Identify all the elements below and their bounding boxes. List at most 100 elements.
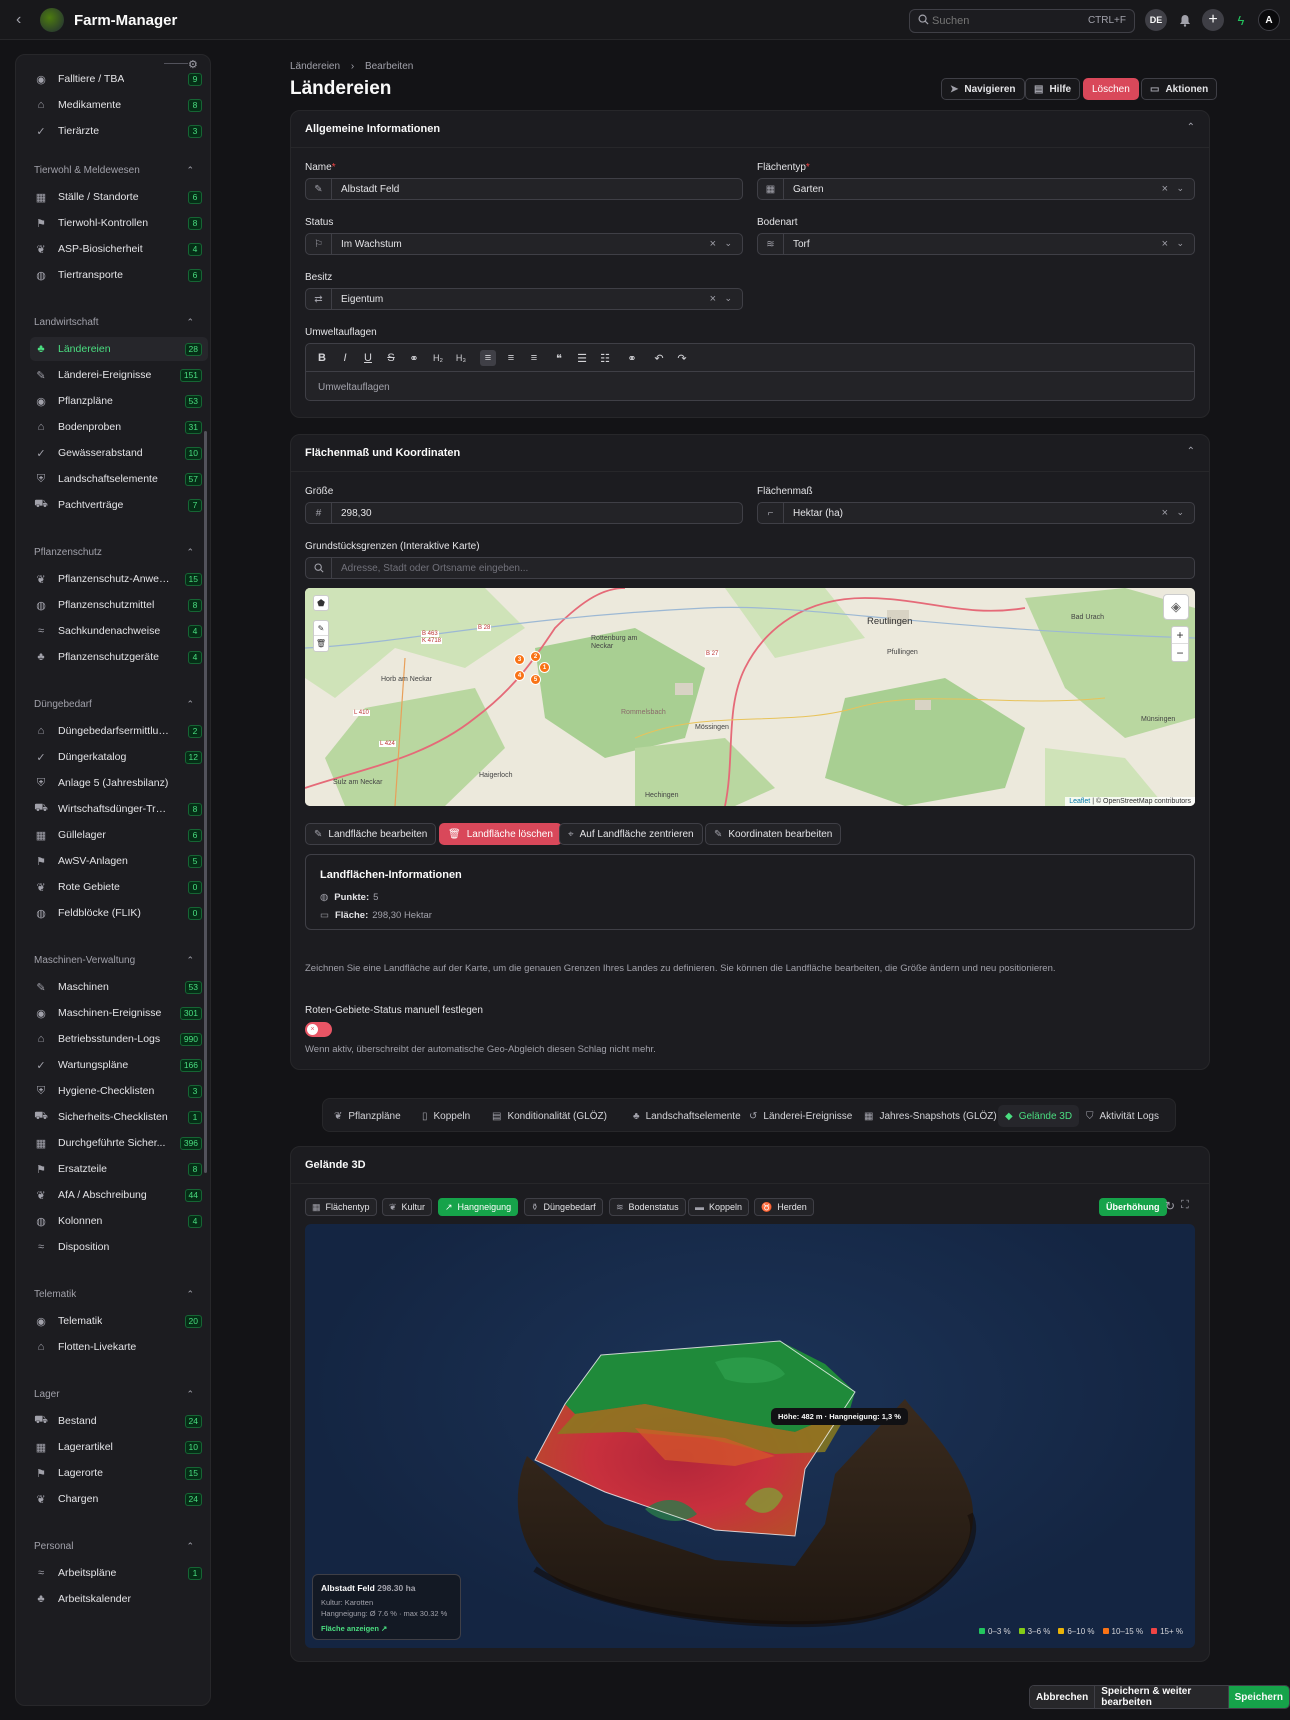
sidebar-item[interactable]: ⚑ Lagerorte 15 [30,1461,208,1485]
avatar[interactable]: A [1258,9,1280,31]
clear-icon[interactable]: × [1162,507,1168,519]
sidebar-item[interactable]: ⌂ Flotten-Livekarte [30,1335,208,1359]
sidebar-item[interactable]: ⚑ Ersatzteile 8 [30,1157,208,1181]
fullscreen-icon[interactable]: ⛶ [1181,1199,1189,1212]
clear-icon[interactable]: × [710,293,716,305]
undo-icon[interactable]: ↶ [651,350,667,366]
sidebar-section-header[interactable]: Telematik ⌃ [34,1289,194,1303]
sidebar-section-header[interactable]: Tierwohl & Meldewesen ⌃ [34,165,194,179]
lightning-icon[interactable]: ϟ [1230,9,1252,31]
sidebar-item[interactable]: ✓ Gewässerabstand 10 [30,441,208,465]
search-box[interactable]: CTRL+F [909,9,1135,33]
polygon-vertex-marker[interactable]: 2 [530,651,541,662]
language-switch[interactable]: DE [1145,9,1167,31]
plus-icon[interactable]: + [1202,9,1224,31]
strikethrough-icon[interactable]: S [383,350,399,366]
bell-icon[interactable] [1174,9,1196,31]
sidebar-item[interactable]: ♣ Arbeitskalender [30,1587,208,1611]
sidebar-item[interactable]: ▦ Ställe / Standorte 6 [30,185,208,209]
sidebar-section-header[interactable]: Landwirtschaft ⌃ [34,317,194,331]
chevron-up-icon[interactable]: ⌃ [186,1389,194,1400]
sidebar-item[interactable]: ◍ Tiertransporte 6 [30,263,208,287]
tab-land-events[interactable]: ↺ Länderei-Ereignisse [742,1105,859,1127]
sidebar-item[interactable]: ⛨ Hygiene-Checklisten 3 [30,1079,208,1103]
map-tiles[interactable] [305,588,1195,806]
soil-select[interactable]: ≋ Torf × ⌄ [757,233,1195,255]
sidebar-item[interactable]: ◉ Telematik 20 [30,1309,208,1333]
chevron-down-icon[interactable]: ⌄ [1176,238,1184,249]
address-search[interactable]: Adresse, Stadt oder Ortsname eingeben... [305,557,1195,579]
tab-paddocks[interactable]: ▯ Koppeln [415,1105,477,1127]
sidebar-item[interactable]: ✎ Länderei-Ereignisse 151 [30,363,208,387]
size-input[interactable]: #298,30 [305,502,743,524]
app-logo[interactable] [40,8,64,32]
sidebar-section-header[interactable]: Pflanzenschutz ⌃ [34,547,194,561]
address-placeholder[interactable]: Adresse, Stadt oder Ortsname eingeben... [341,563,528,574]
sidebar-item[interactable]: ⌂ Düngebedarfsermittlung 2 [30,719,208,743]
sidebar-item[interactable]: ≈ Disposition [30,1235,208,1259]
sidebar-section-header[interactable]: Lager ⌃ [34,1389,194,1403]
center-land-button[interactable]: ⌖ Auf Landfläche zentrieren [559,823,703,845]
app-title[interactable]: Farm-Manager [74,12,177,29]
sidebar-item[interactable]: ❦ AfA / Abschreibung 44 [30,1183,208,1207]
sidebar-item[interactable]: ◍ Kolonnen 4 [30,1209,208,1233]
ownership-select[interactable]: ⇄ Eigentum × ⌄ [305,288,743,310]
draw-polygon-icon[interactable]: ⬟ [313,595,329,611]
zoom-in-button[interactable]: + [1172,627,1188,644]
sidebar-section-header[interactable]: Personal ⌃ [34,1541,194,1555]
sidebar-item[interactable]: ♣ Ländereien 28 [30,337,208,361]
zoom-out-button[interactable]: − [1172,644,1188,661]
layer-chip-herds[interactable]: ♉ Herden [754,1198,814,1216]
status-select[interactable]: ⚐ Im Wachstum × ⌄ [305,233,743,255]
exaggeration-button[interactable]: Überhöhung [1099,1198,1167,1216]
sidebar-item[interactable]: ⛟ Bestand 24 [30,1409,208,1433]
rich-text-editor[interactable]: B I U S ⚭ H₂ H₃ ≡ ≡ ≡ ❝ ☰ ☷ ⚭ ↶ ↷ Umwelt… [305,343,1195,401]
chevron-up-icon[interactable]: ⌃ [186,699,194,710]
tab-landscape-elements[interactable]: ♣ Landschaftselemente [626,1105,748,1127]
link-icon[interactable]: ⚭ [624,350,640,366]
sidebar-item[interactable]: ▦ Lagerartikel 10 [30,1435,208,1459]
sidebar-item[interactable]: ⛟ Pachtverträge 7 [30,493,208,517]
sidebar-item[interactable]: ⛟ Wirtschaftsdünger-Tran... 8 [30,797,208,821]
tab-terrain-3d[interactable]: ◆ Gelände 3D [998,1105,1080,1127]
chevron-up-icon[interactable]: ⌃ [186,1541,194,1552]
delete-button[interactable]: Löschen [1083,78,1139,100]
refresh-icon[interactable]: ↻ [1165,1199,1175,1213]
actions-button[interactable]: ▭ Aktionen [1141,78,1218,100]
tab-activity-logs[interactable]: ⛉ Aktivität Logs [1079,1105,1166,1127]
chevron-up-icon[interactable]: ⌃ [186,955,194,966]
sidebar-item[interactable]: ⛨ Landschaftselemente 57 [30,467,208,491]
sidebar-item[interactable]: ◍ Pflanzenschutzmittel 8 [30,593,208,617]
underline-icon[interactable]: U [360,350,376,366]
sidebar-item[interactable]: ◉ Pflanzpläne 53 [30,389,208,413]
sidebar-item[interactable]: ▦ Durchgeführte Sicher... 396 [30,1131,208,1155]
chevron-up-icon[interactable]: ⌃ [186,547,194,558]
sidebar-item[interactable]: ⌂ Betriebsstunden-Logs 990 [30,1027,208,1051]
sidebar-item[interactable]: ⛟ Sicherheits-Checklisten 1 [30,1105,208,1129]
sidebar-item[interactable]: ◍ Feldblöcke (FLIK) 0 [30,901,208,925]
edit-layer-icon[interactable]: ✎ [314,621,328,636]
italic-icon[interactable]: I [337,350,353,366]
navigate-button[interactable]: ➤ Navigieren [941,78,1025,100]
interactive-map[interactable]: Reutlingen Bad Urach Rottenburg am Necka… [305,588,1195,806]
sidebar-section-header[interactable]: Düngebedarf ⌃ [34,699,194,713]
chevron-up-icon[interactable]: ⌃ [186,1289,194,1300]
delete-land-button[interactable]: 🗑 Landfläche löschen [439,823,562,845]
save-button[interactable]: Speichern [1228,1686,1289,1708]
layer-chip-paddocks[interactable]: ▬ Koppeln [688,1198,750,1216]
sidebar-item[interactable]: ✓ Düngerkatalog 12 [30,745,208,769]
layers-icon[interactable]: ◈ [1163,594,1189,620]
sidebar-item[interactable]: ♣ Pflanzenschutzgeräte 4 [30,645,208,669]
layer-chip-fertilizer[interactable]: ⚱ Düngebedarf [524,1198,603,1216]
sidebar-item[interactable]: ⌂ Medikamente 8 [30,93,208,117]
chevron-up-icon[interactable]: ⌃ [186,317,194,328]
sidebar-item[interactable]: ≈ Sachkundenachweise 4 [30,619,208,643]
tab-planting-plans[interactable]: ❦ Pflanzpläne [327,1105,408,1127]
layer-chip-soil[interactable]: ≋ Bodenstatus [609,1198,686,1216]
sidebar-item[interactable]: ✎ Maschinen 53 [30,975,208,999]
sidebar-item[interactable]: ❦ Pflanzenschutz-Anwen... 15 [30,567,208,591]
chevron-down-icon[interactable]: ⌄ [724,293,732,304]
chevron-down-icon[interactable]: ⌄ [1176,183,1184,194]
ordered-list-icon[interactable]: ☷ [597,350,613,366]
tab-conditionality[interactable]: ▤ Konditionalität (GLÖZ) [485,1105,614,1127]
